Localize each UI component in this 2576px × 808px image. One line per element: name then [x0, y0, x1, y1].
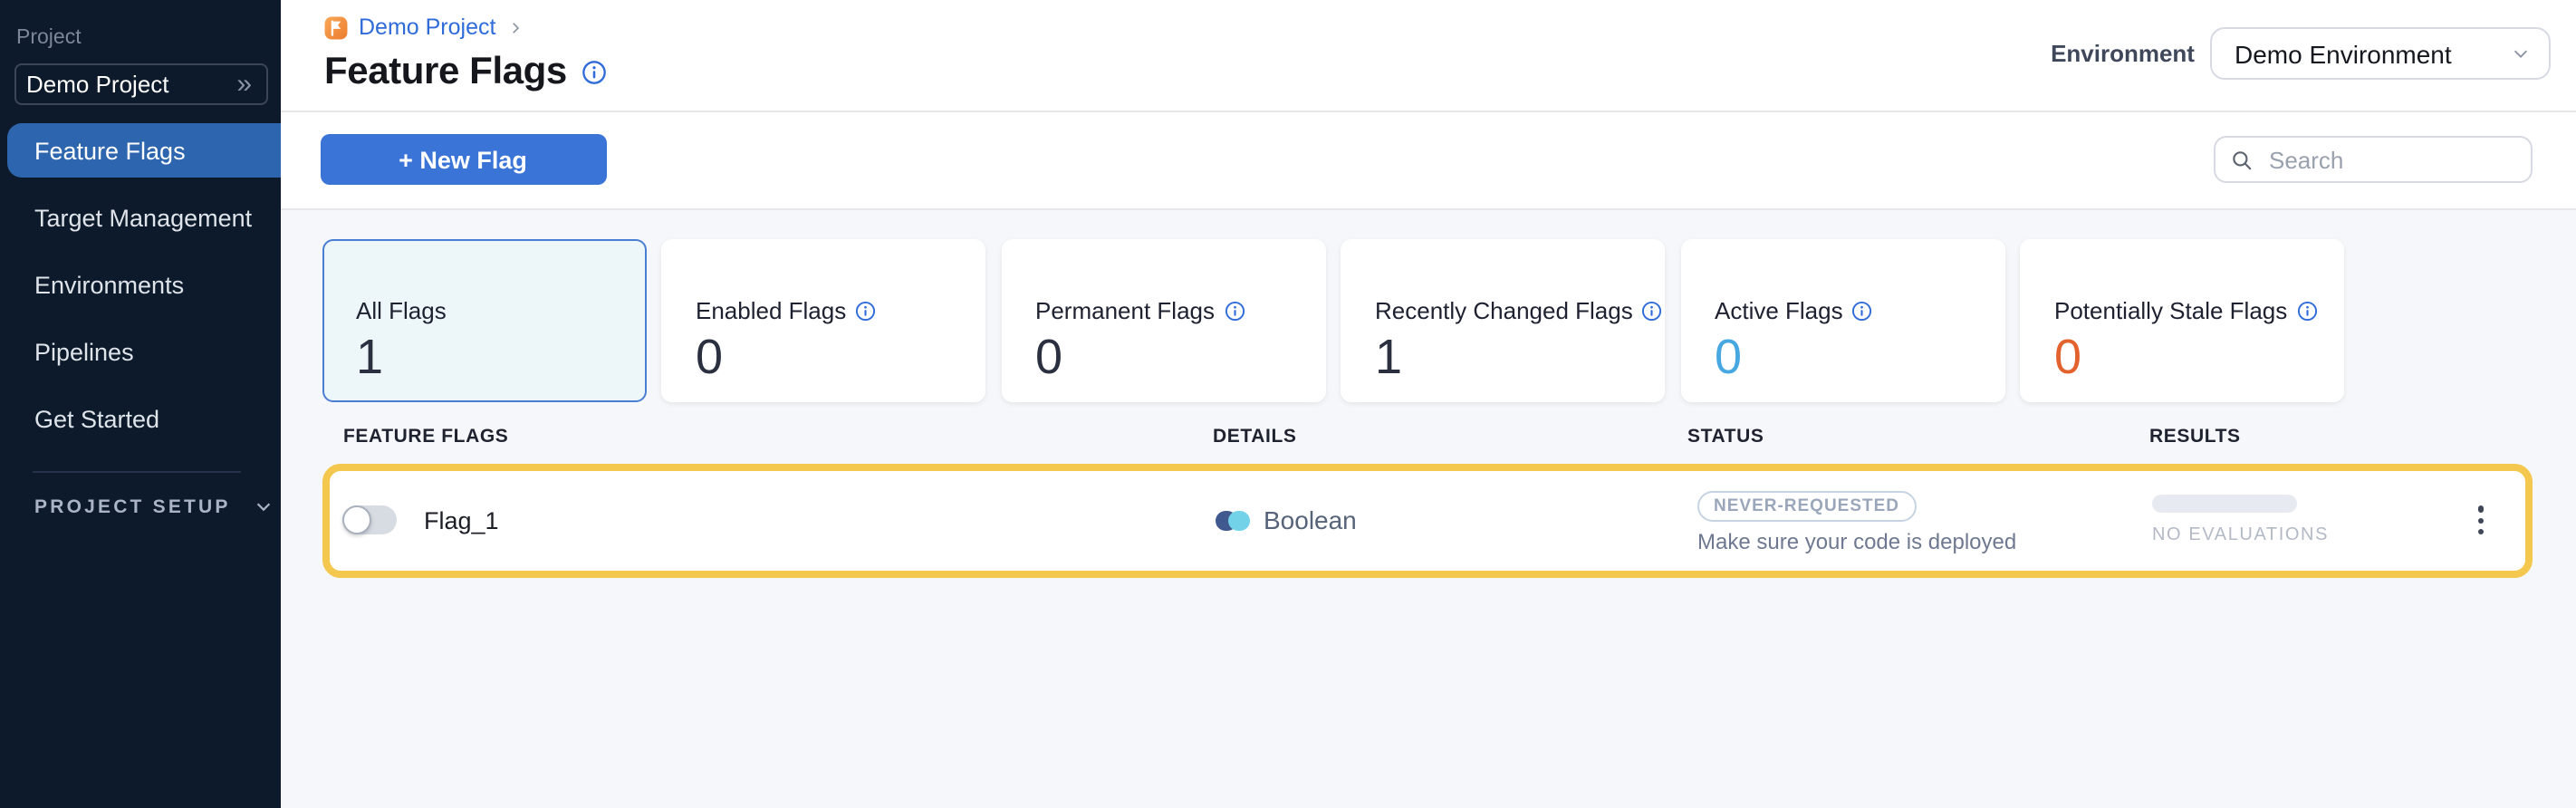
environment-select[interactable]: Demo Environment — [2209, 27, 2550, 80]
chevron-down-icon — [255, 496, 274, 516]
results-cell: NO EVALUATIONS — [2148, 495, 2448, 546]
table-header: FEATURE FLAGS DETAILS STATUS RESULTS — [322, 425, 2532, 447]
stat-card-all-flags[interactable]: All Flags 1 — [322, 239, 646, 401]
breadcrumb-chevron-icon — [506, 19, 523, 35]
environment-label: Environment — [2051, 40, 2195, 67]
project-setup-label: PROJECT SETUP — [34, 495, 231, 517]
flag-toggle-knob — [342, 506, 371, 535]
stat-card-active-flags[interactable]: Active Flags 0 — [1680, 239, 2004, 401]
info-icon[interactable] — [1642, 301, 1663, 322]
search-box[interactable] — [2213, 137, 2532, 184]
column-header-results: RESULTS — [2149, 425, 2466, 447]
sidebar-item-label: Get Started — [34, 405, 159, 432]
search-input[interactable] — [2265, 145, 2515, 176]
flags-toolbar: + New Flag — [281, 111, 2576, 210]
no-evaluations-label: NO EVALUATIONS — [2152, 526, 2448, 546]
sidebar-item-label: Pipelines — [34, 338, 134, 365]
stat-label: Permanent Flags — [1035, 297, 1215, 324]
project-selector-value: Demo Project — [26, 71, 169, 98]
status-badge: NEVER-REQUESTED — [1697, 490, 1916, 522]
main-area: Demo Project Feature Flags Environment D… — [281, 0, 2576, 808]
stat-card-potentially-stale-flags[interactable]: Potentially Stale Flags 0 — [2020, 239, 2344, 401]
sidebar-nav: Feature Flags Target Management Environm… — [0, 123, 281, 452]
column-header-details: DETAILS — [1213, 425, 1687, 447]
sidebar: Project Demo Project » Feature Flags Tar… — [0, 0, 281, 808]
row-menu-button[interactable] — [2448, 499, 2514, 543]
boolean-type-icon — [1216, 510, 1249, 531]
sidebar-item-label: Feature Flags — [34, 137, 186, 164]
flag-type-label: Boolean — [1264, 506, 1357, 535]
stat-value: 0 — [1715, 333, 2003, 382]
environment-value: Demo Environment — [2235, 39, 2452, 68]
title-info-icon[interactable] — [582, 60, 607, 85]
flag-toggle[interactable] — [342, 506, 397, 535]
stat-value: 0 — [2054, 333, 2342, 382]
flags-content: All Flags 1 Enabled Flags 0 Permanent Fl… — [281, 210, 2576, 808]
stat-value: 0 — [1035, 333, 1323, 382]
feature-flag-logo-icon — [324, 15, 348, 39]
stat-card-recently-changed-flags[interactable]: Recently Changed Flags 1 — [1341, 239, 1665, 401]
sidebar-item-label: Target Management — [34, 204, 252, 231]
column-header-feature-flags: FEATURE FLAGS — [343, 425, 1213, 447]
project-setup-section[interactable]: PROJECT SETUP — [0, 495, 281, 517]
flag-name[interactable]: Flag_1 — [424, 507, 499, 534]
stat-value: 1 — [1375, 333, 1663, 382]
stat-label: All Flags — [356, 297, 447, 324]
project-selector[interactable]: Demo Project » — [14, 63, 268, 105]
details-cell: Boolean — [1212, 506, 1687, 535]
stat-card-permanent-flags[interactable]: Permanent Flags 0 — [1001, 239, 1325, 401]
info-icon[interactable] — [1852, 301, 1873, 322]
status-hint: Make sure your code is deployed — [1697, 529, 2148, 554]
stat-label: Recently Changed Flags — [1375, 297, 1633, 324]
evaluations-placeholder-bar — [2152, 495, 2297, 514]
stat-label: Active Flags — [1715, 297, 1843, 324]
sidebar-item-feature-flags[interactable]: Feature Flags — [7, 123, 281, 178]
sidebar-item-label: Environments — [34, 271, 184, 298]
new-flag-button[interactable]: + New Flag — [320, 135, 606, 186]
status-cell: NEVER-REQUESTED Make sure your code is d… — [1687, 486, 2148, 554]
sidebar-divider — [33, 470, 241, 472]
stat-label: Enabled Flags — [696, 297, 846, 324]
page-header: Demo Project Feature Flags Environment D… — [281, 0, 2576, 111]
sidebar-item-get-started[interactable]: Get Started — [0, 385, 281, 452]
app-window: Project Demo Project » Feature Flags Tar… — [0, 0, 2576, 808]
stat-value: 0 — [696, 333, 984, 382]
breadcrumb-project-link[interactable]: Demo Project — [359, 14, 495, 40]
stat-card-enabled-flags[interactable]: Enabled Flags 0 — [661, 239, 985, 401]
stat-label: Potentially Stale Flags — [2054, 297, 2287, 324]
stat-value: 1 — [356, 333, 644, 382]
column-header-status: STATUS — [1687, 425, 2149, 447]
flag-cell: Flag_1 — [342, 506, 1212, 535]
column-header-actions — [2466, 425, 2532, 447]
info-icon[interactable] — [2296, 301, 2317, 322]
sidebar-item-pipelines[interactable]: Pipelines — [0, 318, 281, 385]
sidebar-item-environments[interactable]: Environments — [0, 251, 281, 318]
environment-picker: Environment Demo Environment — [2051, 27, 2550, 80]
project-label: Project — [16, 27, 281, 49]
sidebar-item-target-management[interactable]: Target Management — [0, 184, 281, 251]
info-icon[interactable] — [1224, 301, 1245, 322]
sidebar-collapse-icon[interactable]: » — [236, 71, 252, 98]
info-icon[interactable] — [855, 301, 876, 322]
page-title: Feature Flags — [324, 51, 567, 94]
stat-cards: All Flags 1 Enabled Flags 0 Permanent Fl… — [322, 239, 2532, 401]
search-icon — [2229, 149, 2253, 172]
table-row-flag-1[interactable]: Flag_1 Boolean NEVER-REQUESTED Make sure… — [322, 463, 2532, 578]
chevron-down-icon — [2510, 43, 2530, 63]
